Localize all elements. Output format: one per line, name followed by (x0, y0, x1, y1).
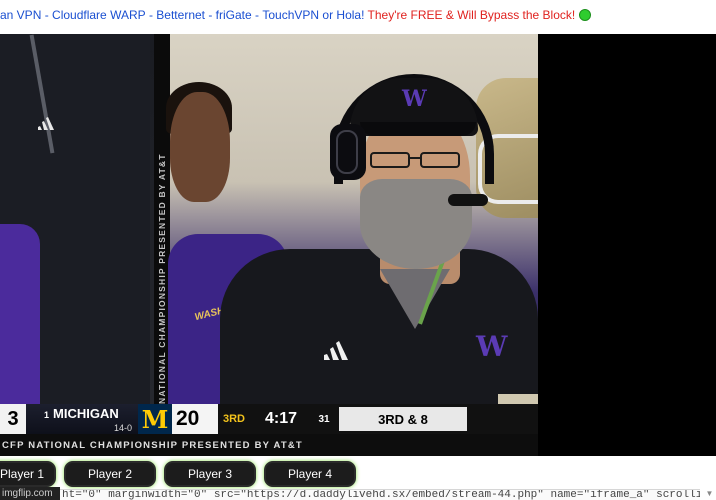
headset-earcup-icon (330, 124, 366, 180)
banner-separator: - (41, 8, 53, 22)
purple-jersey-edge (0, 224, 40, 424)
player-side-letterbox (538, 34, 716, 456)
player-1-button[interactable]: Player 1 (0, 461, 56, 487)
michigan-logo-icon: M (138, 404, 172, 434)
team-block: 1 MICHIGAN 14-0 (26, 404, 138, 434)
banner-separator: - (205, 8, 216, 22)
player-4-button[interactable]: Player 4 (264, 461, 356, 487)
embed-code-text: ht="0" marginwidth="0" src="https://d.da… (62, 489, 700, 500)
player-selector: Player 1 Player 2 Player 3 Player 4 (0, 460, 716, 488)
page: an VPN - Cloudflare WARP - Betternet - f… (0, 0, 716, 500)
broadcast-bottom-bar: CFP NATIONAL CHAMPIONSHIP PRESENTED BY A… (0, 434, 538, 456)
embed-code-field[interactable]: ht="0" marginwidth="0" src="https://d.da… (0, 489, 700, 500)
banner-bypass-message: They're FREE & Will Bypass the Block! (364, 8, 576, 22)
cap-w-logo: W (402, 86, 427, 112)
player-2-button[interactable]: Player 2 (64, 461, 156, 487)
down-and-distance: 3RD & 8 (336, 404, 470, 434)
team-name: MICHIGAN (53, 406, 119, 421)
quarter: 3RD (218, 404, 250, 434)
player-3-button[interactable]: Player 3 (164, 461, 256, 487)
scroll-down-arrow-icon[interactable]: ▼ (703, 489, 716, 500)
banner-separator: - (145, 8, 157, 22)
woman-face (170, 92, 230, 202)
jacket-w-logo: W (476, 330, 508, 363)
banner-link-hola[interactable]: Hola! (336, 8, 364, 22)
adidas-logo-icon (324, 341, 348, 360)
scorebug-tail (470, 404, 538, 434)
away-score: 3 (0, 404, 26, 434)
team-rank: 1 (44, 410, 50, 420)
coach-jacket (220, 249, 538, 409)
coach-beard (360, 179, 472, 269)
team-record: 14-0 (113, 423, 132, 433)
adidas-logo-icon (38, 117, 54, 130)
scorebug: 3 1 MICHIGAN 14-0 M 20 3RD 4:17 31 3RD & … (0, 404, 538, 434)
imgflip-watermark: imgflip.com (0, 487, 60, 500)
banner-link-cloudflare-warp[interactable]: Cloudflare WARP (52, 8, 146, 22)
headset-mic-icon (448, 194, 488, 206)
game-clock: 4:17 (250, 404, 312, 434)
play-clock: 31 (312, 404, 336, 434)
team-score: 20 (172, 404, 218, 434)
status-dot-icon (579, 9, 592, 21)
banner-separator: - (251, 8, 263, 22)
banner-link-touchvpn[interactable]: TouchVPN (262, 8, 319, 22)
banner-link-frigate[interactable]: friGate (216, 8, 252, 22)
banner-text-or: or (319, 8, 337, 22)
banner-link-betternet[interactable]: Betternet (156, 8, 205, 22)
cap-brim (360, 122, 476, 136)
vpn-banner: an VPN - Cloudflare WARP - Betternet - f… (0, 0, 716, 30)
banner-link-vpn[interactable]: an VPN (0, 8, 41, 22)
video-player[interactable]: NATIONAL CHAMPIONSHIP PRESENTED BY AT&T … (0, 34, 538, 456)
